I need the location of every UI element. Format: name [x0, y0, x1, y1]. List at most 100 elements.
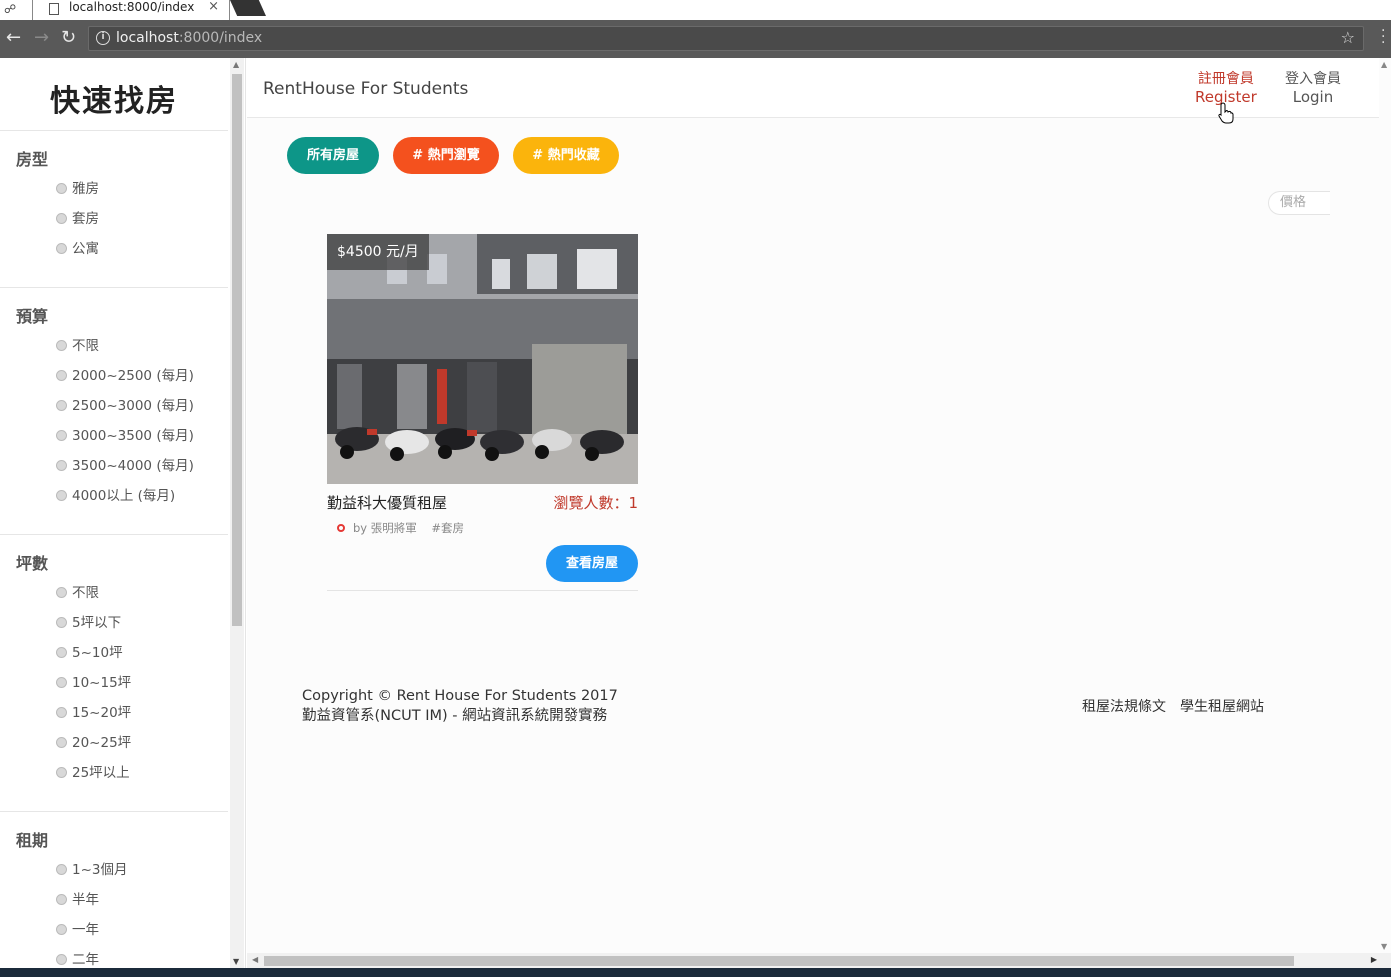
url-text[interactable]: localhost:8000/index [116, 30, 262, 46]
filter-option-label: 3000~3500 (每月) [72, 428, 194, 444]
listing-author: by 張明將軍 [353, 521, 417, 535]
filter-option[interactable]: 1~3個月 [56, 861, 128, 879]
radio-button[interactable] [56, 430, 67, 441]
filter-option[interactable]: 不限 [56, 337, 99, 355]
filter-option[interactable]: 5坪以下 [56, 614, 121, 632]
filter-option[interactable]: 雅房 [56, 180, 99, 198]
filter-option[interactable]: 20~25坪 [56, 734, 131, 752]
view-house-button[interactable]: 查看房屋 [546, 545, 638, 582]
filter-option[interactable]: 一年 [56, 921, 99, 939]
tab-search-icon[interactable]: ☍ [4, 2, 16, 16]
radio-button[interactable] [56, 707, 67, 718]
register-link[interactable]: 註冊會員 Register [1195, 70, 1257, 106]
login-link[interactable]: 登入會員 Login [1285, 70, 1341, 106]
radio-button[interactable] [56, 677, 67, 688]
info-icon[interactable]: i [96, 31, 110, 45]
filter-option-label: 15~20坪 [72, 705, 132, 721]
radio-button[interactable] [56, 587, 67, 598]
listing-meta: by 張明將軍 #套房 [337, 520, 464, 536]
hot-favorites-button[interactable]: # 熱門收藏 [513, 137, 619, 174]
back-arrow-icon[interactable]: ← [6, 28, 21, 48]
radio-button[interactable] [56, 954, 67, 965]
scroll-up-icon[interactable]: ▲ [233, 60, 239, 69]
hot-views-button[interactable]: # 熱門瀏覽 [393, 137, 499, 174]
os-taskbar [0, 968, 1391, 977]
filter-option-label: 不限 [72, 585, 99, 601]
filter-option[interactable]: 3000~3500 (每月) [56, 427, 194, 445]
scrollbar-thumb[interactable] [232, 74, 242, 626]
scroll-up-icon[interactable]: ▲ [1381, 60, 1387, 69]
filter-option-label: 1~3個月 [72, 862, 128, 878]
tab-title: localhost:8000/index [69, 0, 195, 14]
radio-button[interactable] [56, 924, 67, 935]
student-rent-link[interactable]: 學生租屋網站 [1180, 699, 1264, 715]
filter-option-label: 不限 [72, 338, 99, 354]
bookmark-star-icon[interactable]: ☆ [1341, 28, 1355, 47]
browser-tab[interactable]: localhost:8000/index × [32, 0, 230, 20]
filter-option[interactable]: 2000~2500 (每月) [56, 367, 194, 385]
filter-option[interactable]: 3500~4000 (每月) [56, 457, 194, 475]
filter-option[interactable]: 公寓 [56, 240, 99, 258]
main-horizontal-scrollbar[interactable]: ◀ ▶ [247, 953, 1391, 968]
filter-option-label: 5坪以下 [72, 615, 122, 631]
radio-button[interactable] [56, 370, 67, 381]
sidebar-divider [0, 811, 228, 812]
footer-copyright: Copyright © Rent House For Students 2017… [302, 686, 618, 726]
menu-dots-icon[interactable]: · · · [1381, 24, 1385, 50]
scroll-right-icon[interactable]: ▶ [1371, 955, 1377, 964]
radio-button[interactable] [56, 617, 67, 628]
filter-option-label: 4000以上 (每月) [72, 488, 176, 504]
scroll-down-icon[interactable]: ▼ [1381, 942, 1387, 951]
login-label-zh: 登入會員 [1285, 71, 1341, 87]
radio-button[interactable] [56, 400, 67, 411]
filter-option[interactable]: 套房 [56, 210, 99, 228]
view-count: 瀏覽人數：1 [553, 494, 638, 512]
filter-option[interactable]: 半年 [56, 891, 99, 909]
radio-button[interactable] [56, 767, 67, 778]
radio-button[interactable] [56, 243, 67, 254]
sidebar-scrollbar[interactable]: ▲ ▼ [230, 58, 244, 968]
listing-tag[interactable]: #套房 [431, 521, 464, 535]
register-label-zh: 註冊會員 [1197, 71, 1254, 87]
listing-name[interactable]: 勤益科大優質租屋 [327, 492, 447, 513]
radio-button[interactable] [56, 490, 67, 501]
filter-heading: 坪數 [16, 554, 49, 573]
all-houses-button[interactable]: 所有房屋 [287, 137, 379, 174]
filter-option[interactable]: 4000以上 (每月) [56, 487, 175, 505]
radio-button[interactable] [56, 460, 67, 471]
listing-photo[interactable]: $4500 元/月 [327, 234, 638, 484]
scrollbar-thumb[interactable] [264, 956, 1294, 966]
filter-option[interactable]: 5~10坪 [56, 644, 123, 662]
brand-title[interactable]: RentHouse For Students [263, 79, 468, 99]
radio-button[interactable] [56, 894, 67, 905]
footer-links: 租屋法規條文 學生租屋網站 [1082, 696, 1278, 716]
filter-option[interactable]: 不限 [56, 584, 99, 602]
main-vertical-scrollbar[interactable]: ▲ ▼ [1379, 58, 1391, 953]
filter-option[interactable]: 2500~3000 (每月) [56, 397, 194, 415]
filter-option[interactable]: 二年 [56, 951, 99, 968]
radio-button[interactable] [56, 340, 67, 351]
filter-option[interactable]: 25坪以上 [56, 764, 130, 782]
radio-button[interactable] [56, 647, 67, 658]
scroll-left-icon[interactable]: ◀ [252, 955, 258, 964]
close-icon[interactable]: × [208, 0, 219, 14]
browser-toolbar: ← → ↻ i localhost:8000/index ☆ · · · [0, 20, 1391, 58]
radio-button[interactable] [56, 864, 67, 875]
radio-button[interactable] [56, 183, 67, 194]
filter-option-label: 3500~4000 (每月) [72, 458, 194, 474]
reload-icon[interactable]: ↻ [61, 28, 76, 48]
filter-option[interactable]: 15~20坪 [56, 704, 131, 722]
address-bar[interactable]: i localhost:8000/index ☆ [88, 26, 1364, 51]
radio-button[interactable] [56, 213, 67, 224]
regulations-link[interactable]: 租屋法規條文 [1082, 699, 1166, 715]
new-tab-button[interactable] [230, 0, 266, 16]
price-tag: $4500 元/月 [327, 234, 429, 270]
forward-arrow-icon[interactable]: → [34, 28, 49, 48]
price-sort-button[interactable]: 價格 [1268, 191, 1330, 215]
scroll-down-icon[interactable]: ▼ [233, 957, 239, 966]
filter-option-label: 二年 [72, 952, 99, 968]
filter-option-label: 10~15坪 [72, 675, 132, 691]
radio-button[interactable] [56, 737, 67, 748]
filter-option[interactable]: 10~15坪 [56, 674, 131, 692]
filter-sidebar: 快速找房 房型 雅房 套房 公寓 預算 不限 2000~2500 (每月) 2500~3000… [0, 58, 246, 968]
